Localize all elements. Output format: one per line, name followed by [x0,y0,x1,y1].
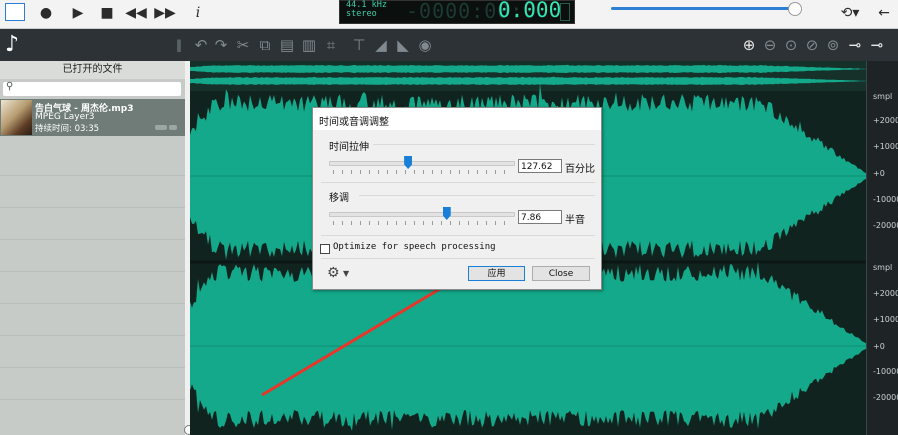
optimize-speech-checkbox[interactable] [320,244,330,254]
stretch-slider-thumb[interactable] [404,156,413,169]
stretch-label: 时间拉伸 [329,142,369,153]
chevron-down-icon[interactable]: ▼ [343,269,349,278]
pitch-slider-thumb[interactable] [442,207,451,220]
gear-icon[interactable]: ⚙ [327,265,340,281]
dialog-title: 时间或音调调整 [319,117,389,128]
stretch-unit: 百分比 [565,164,595,175]
group-separator [321,182,595,183]
group-separator [359,195,595,196]
pitch-label: 移调 [329,193,349,204]
stretch-slider-ticks [333,170,509,174]
annotation-arrow-line [261,276,459,397]
pitch-value-input[interactable]: 7.86 [518,210,562,224]
pitch-unit: 半音 [565,215,585,226]
pitch-slider-track[interactable] [329,212,515,217]
time-pitch-dialog: 时间或音调调整 时间拉伸 127.62 百分比 移调 7.86 半音 Optim… [312,107,602,290]
stretch-slider-track[interactable] [329,161,515,166]
group-separator [373,144,595,145]
pitch-slider-ticks [333,221,509,225]
stretch-value-input[interactable]: 127.62 [518,159,562,173]
apply-button[interactable]: 应用 [468,266,525,281]
dialog-titlebar: 时间或音调调整 [313,108,601,130]
close-button[interactable]: Close [532,266,590,281]
group-separator [321,258,595,259]
optimize-speech-label: Optimize for speech processing [333,242,496,252]
group-separator [321,235,595,236]
